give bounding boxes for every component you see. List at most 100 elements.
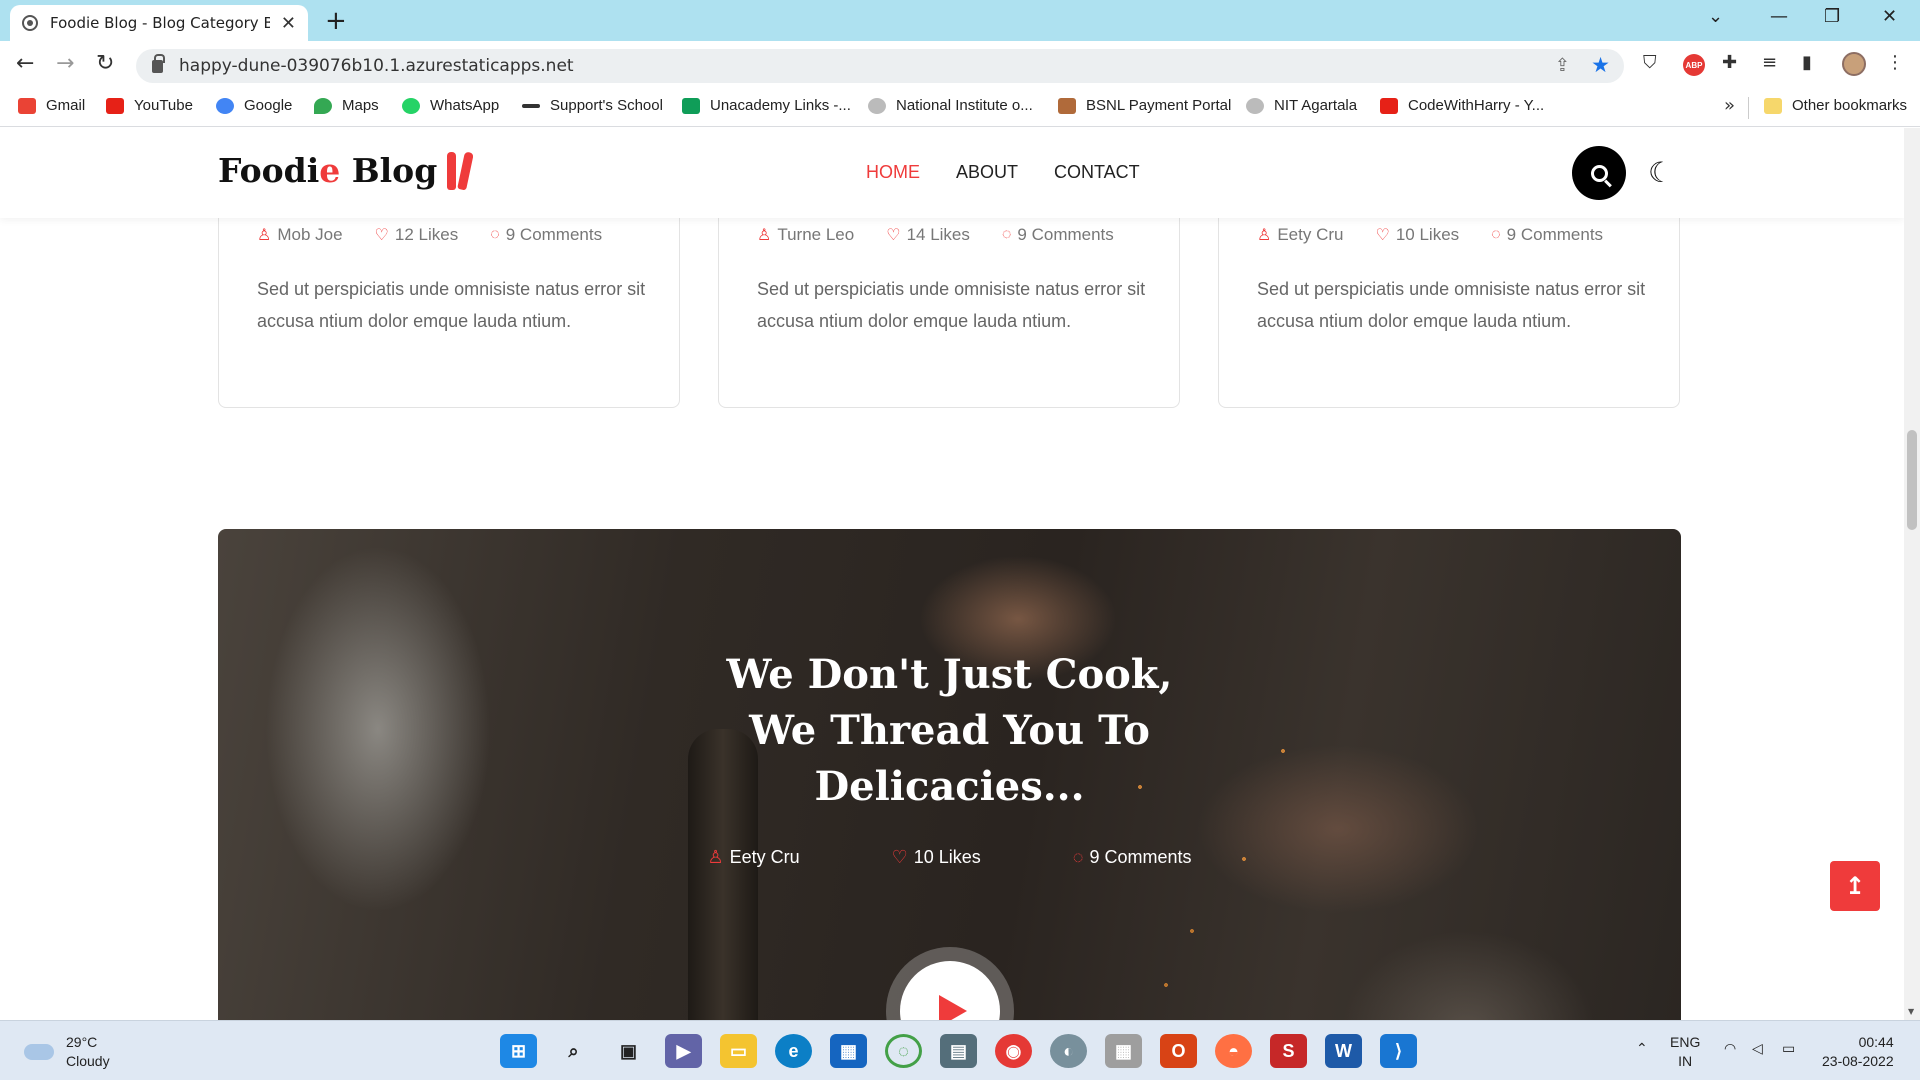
media-control-icon[interactable]: ≡	[1762, 52, 1777, 73]
comments[interactable]: ◌ 9 Comments	[1491, 225, 1603, 245]
bookmark-whatsapp[interactable]: WhatsApp	[402, 97, 499, 114]
scroll-down-arrow-icon[interactable]: ▼	[1908, 1007, 1914, 1016]
photo-app-icon[interactable]: ▤	[940, 1034, 977, 1068]
bookmark-google[interactable]: Google	[216, 97, 292, 114]
solidworks-icon[interactable]: S	[1270, 1034, 1307, 1068]
scrollbar-thumb[interactable]	[1907, 430, 1917, 530]
comments[interactable]: ◌ 9 Comments	[1002, 225, 1114, 245]
region-code: IN	[1678, 1053, 1693, 1069]
search-icon[interactable]: ⌕	[555, 1034, 592, 1068]
bookmark-bsnl[interactable]: BSNL Payment Portal	[1058, 97, 1231, 114]
task-view-icon[interactable]: ▣	[610, 1034, 647, 1068]
restore-button[interactable]: ❐	[1824, 6, 1840, 27]
search-button[interactable]	[1572, 146, 1626, 200]
hero-comments[interactable]: ◌ 9 Comments	[1073, 847, 1192, 868]
close-tab-icon[interactable]: ✕	[281, 13, 296, 34]
bookmark-maps[interactable]: Maps	[314, 97, 379, 114]
hero-author[interactable]: ♙ Eety Cru	[707, 847, 799, 868]
bookmark-codewithharry[interactable]: CodeWithHarry - Y...	[1380, 97, 1544, 114]
nav-about[interactable]: ABOUT	[956, 162, 1018, 183]
heart-icon: ♡	[886, 227, 901, 244]
pc-manager-icon[interactable]: ◐	[1050, 1034, 1087, 1068]
hero-likes[interactable]: ♡ 10 Likes	[892, 847, 981, 868]
browser-tab[interactable]: Foodie Blog - Blog Category Boo ✕	[10, 5, 308, 41]
bookmark-youtube[interactable]: YouTube	[106, 97, 193, 114]
volume-icon[interactable]: ◁	[1752, 1039, 1763, 1058]
globe-icon	[22, 15, 38, 31]
forward-button[interactable]: →	[56, 51, 74, 76]
back-button[interactable]: ←	[16, 51, 34, 76]
play-video-button[interactable]	[886, 947, 1014, 1020]
hero-title[interactable]: We Don't Just Cook, We Thread You To Del…	[218, 647, 1681, 815]
site-logo[interactable]: Foodi e Blog	[218, 150, 477, 191]
office-icon[interactable]: O	[1160, 1034, 1197, 1068]
taskbar-apps: ⊞ ⌕ ▣ ▶ ▭ e ▦ ◌ ▤ ◉ ◐ ▦ O ◓ S W ⟩	[500, 1034, 1417, 1068]
teams-chat-icon[interactable]: ▶	[665, 1034, 702, 1068]
lock-icon[interactable]	[152, 53, 165, 73]
page-scrollbar[interactable]: ▼	[1904, 128, 1920, 1020]
scroll-to-top-button[interactable]: ↥	[1830, 861, 1880, 911]
comments-count: 9 Comments	[1506, 225, 1604, 244]
bookmark-supports-school[interactable]: Support's School	[522, 97, 663, 114]
bookmark-label: Maps	[342, 97, 379, 114]
likes[interactable]: ♡ 10 Likes	[1375, 225, 1459, 245]
author[interactable]: ♙ Eety Cru	[1257, 225, 1343, 245]
firefox-icon[interactable]: ◓	[1215, 1034, 1252, 1068]
other-bookmarks[interactable]: Other bookmarks	[1764, 97, 1907, 114]
likes[interactable]: ♡ 12 Likes	[375, 225, 459, 245]
bookmark-unacademy[interactable]: Unacademy Links -...	[682, 97, 851, 114]
edge-browser-icon[interactable]: e	[775, 1034, 812, 1068]
card-meta: ♙ Eety Cru ♡ 10 Likes ◌ 9 Comments	[1257, 225, 1603, 245]
vscode-icon[interactable]: ⟩	[1380, 1034, 1417, 1068]
address-bar[interactable]: happy-dune-039076b10.1.azurestaticapps.n…	[136, 49, 1624, 83]
windows-taskbar: 29°C Cloudy ⊞ ⌕ ▣ ▶ ▭ e ▦ ◌ ▤ ◉ ◐ ▦ O ◓ S…	[0, 1020, 1920, 1080]
language-indicator[interactable]: ENG IN	[1670, 1033, 1700, 1071]
bookmark-star-icon[interactable]: ★	[1591, 53, 1610, 77]
windows-start-icon[interactable]: ⊞	[500, 1034, 537, 1068]
refresh-app-icon[interactable]: ◌	[885, 1034, 922, 1068]
extensions-puzzle-icon[interactable]: ✚	[1722, 52, 1737, 73]
calculator-icon[interactable]: ▦	[1105, 1034, 1142, 1068]
menu-kebab-icon[interactable]: ⋮	[1886, 52, 1904, 73]
whatsapp-icon	[402, 97, 420, 114]
new-tab-button[interactable]: +	[325, 6, 347, 36]
show-hidden-icons[interactable]: ⌃	[1636, 1039, 1648, 1058]
side-panel-icon[interactable]: ▮	[1802, 52, 1812, 73]
likes[interactable]: ♡ 14 Likes	[886, 225, 970, 245]
sheets-icon	[682, 97, 700, 114]
more-bookmarks-icon[interactable]: »	[1724, 95, 1735, 116]
word-icon[interactable]: W	[1325, 1034, 1362, 1068]
bookmark-label: National Institute o...	[896, 97, 1033, 114]
nav-contact[interactable]: CONTACT	[1054, 162, 1140, 183]
adblock-extension-icon[interactable]: ABP	[1683, 54, 1705, 76]
reload-button[interactable]: ↻	[96, 51, 114, 76]
file-explorer-icon[interactable]: ▭	[720, 1034, 757, 1068]
author[interactable]: ♙ Mob Joe	[257, 225, 343, 245]
hero-banner: We Don't Just Cook, We Thread You To Del…	[218, 529, 1681, 1020]
battery-icon[interactable]: ▭	[1782, 1039, 1795, 1058]
dark-mode-toggle-icon[interactable]: ☾	[1648, 156, 1673, 189]
minimize-button[interactable]: —	[1770, 6, 1788, 27]
shield-extension-icon[interactable]: ⛉	[1643, 52, 1657, 73]
tab-search-icon[interactable]: ⌄	[1708, 6, 1723, 27]
weather-widget[interactable]: 29°C Cloudy	[24, 1033, 110, 1071]
wifi-icon[interactable]: ◠	[1724, 1039, 1736, 1058]
chrome-icon[interactable]: ◉	[995, 1034, 1032, 1068]
institute-icon	[1246, 97, 1264, 114]
bookmark-gmail[interactable]: Gmail	[18, 97, 85, 114]
bookmark-label: WhatsApp	[430, 97, 500, 114]
nav-home[interactable]: HOME	[866, 162, 920, 183]
author[interactable]: ♙ Turne Leo	[757, 225, 854, 245]
school-icon	[522, 103, 540, 108]
share-icon[interactable]: ⇪	[1555, 55, 1570, 76]
profile-avatar[interactable]	[1842, 52, 1866, 76]
microsoft-store-icon[interactable]: ▦	[830, 1034, 867, 1068]
bookmark-nit-agartala[interactable]: NIT Agartala	[1246, 97, 1357, 114]
hero-meta: ♙ Eety Cru ♡ 10 Likes ◌ 9 Comments	[218, 847, 1681, 868]
clock[interactable]: 00:44 23-08-2022	[1822, 1033, 1894, 1071]
comments[interactable]: ◌ 9 Comments	[490, 225, 602, 245]
close-window-button[interactable]: ✕	[1882, 6, 1897, 27]
temperature: 29°C	[66, 1034, 98, 1050]
youtube-icon	[1380, 97, 1398, 114]
bookmark-national-institute[interactable]: National Institute o...	[868, 97, 1033, 114]
